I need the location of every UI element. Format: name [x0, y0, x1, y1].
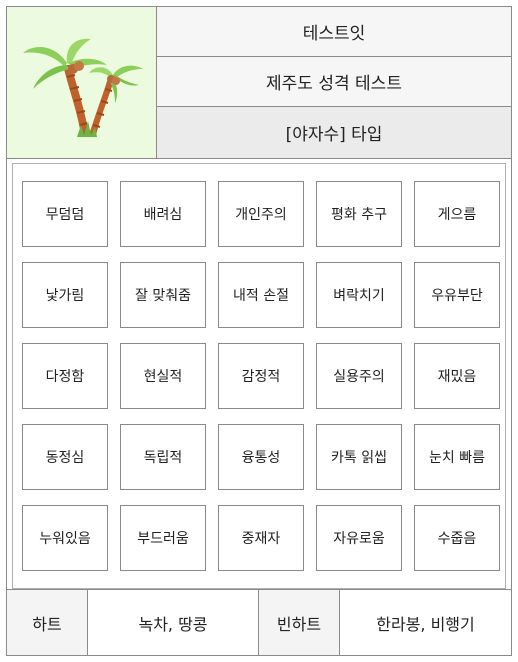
- test-title: 제주도 성격 테스트: [157, 57, 511, 107]
- trait-cell: 수줍음: [414, 505, 500, 571]
- trait-cell: 개인주의: [218, 181, 304, 247]
- trait-cell: 벼락치기: [316, 262, 402, 328]
- broken-heart-label: 빈하트: [259, 590, 340, 655]
- trait-cell: 평화 추구: [316, 181, 402, 247]
- trait-cell: 잘 맞춰줌: [120, 262, 206, 328]
- app-title: 테스트잇: [157, 7, 511, 57]
- trait-cell: 게으름: [414, 181, 500, 247]
- trait-cell: 독립적: [120, 424, 206, 490]
- heart-value: 녹차, 땅콩: [88, 590, 259, 655]
- trait-cell: 감정적: [218, 343, 304, 409]
- trait-cell: 내적 손절: [218, 262, 304, 328]
- trait-cell: 카톡 읽씹: [316, 424, 402, 490]
- result-type: [야자수] 타입: [157, 107, 511, 158]
- trait-cell: 눈치 빠름: [414, 424, 500, 490]
- trait-cell: 배려심: [120, 181, 206, 247]
- trait-cell: 누워있음: [22, 505, 108, 571]
- trait-cell: 융통성: [218, 424, 304, 490]
- trait-cell: 실용주의: [316, 343, 402, 409]
- trait-cell: 우유부단: [414, 262, 500, 328]
- logo-panel: [7, 7, 157, 158]
- trait-cell: 재밌음: [414, 343, 500, 409]
- trait-grid: 무덤덤 배려심 개인주의 평화 추구 게으름낯가림 잘 맞춰줌 내적 손절 벼락치기 우유부단다…: [12, 163, 506, 589]
- trait-cell: 다정함: [22, 343, 108, 409]
- palm-tree-icon: [23, 38, 143, 137]
- trait-cell: 동정심: [22, 424, 108, 490]
- broken-heart-value: 한라봉, 비행기: [376, 614, 475, 634]
- result-header: 테스트잇 제주도 성격 테스트 [야자수] 타입: [7, 7, 511, 159]
- trait-cell: 중재자: [218, 505, 304, 571]
- trait-cell: 현실적: [120, 343, 206, 409]
- compatibility-footer: 하트 녹차, 땅콩 빈하트 한라봉, 비행기: [7, 589, 511, 655]
- trait-cell: 무덤덤: [22, 181, 108, 247]
- trait-cell: 낯가림: [22, 262, 108, 328]
- trait-cell: 자유로움: [316, 505, 402, 571]
- heart-label: 하트: [7, 590, 88, 655]
- trait-cell: 부드러움: [120, 505, 206, 571]
- result-card: 테스트잇 제주도 성격 테스트 [야자수] 타입 무덤덤 배려심 개인주의 평화 추구…: [6, 6, 512, 656]
